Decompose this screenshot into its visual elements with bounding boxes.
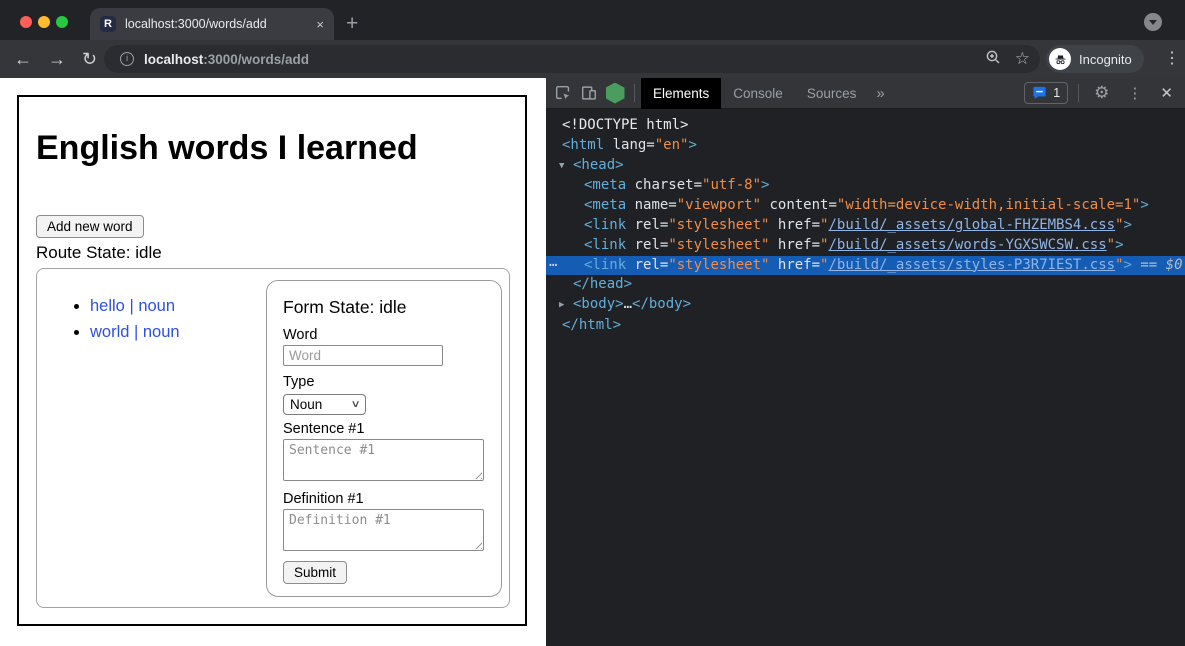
devtools-close-icon[interactable]: ✕ <box>1151 84 1185 102</box>
devtools-node[interactable]: <meta name="viewport" content="width=dev… <box>546 196 1185 216</box>
devtools-node[interactable]: <link rel="stylesheet" href="/build/_ass… <box>546 216 1185 236</box>
incognito-icon <box>1049 48 1071 70</box>
route-state-text: Route State: idle <box>36 243 162 263</box>
browser-toolbar: ← → ↻ i localhost:3000/words/add ☆ Incog… <box>0 40 1185 78</box>
address-bar[interactable]: i localhost:3000/words/add ☆ <box>104 45 1040 73</box>
site-info-icon[interactable]: i <box>120 52 134 66</box>
new-tab-button[interactable]: + <box>346 10 358 38</box>
tab-search-button[interactable] <box>1144 13 1162 31</box>
incognito-label: Incognito <box>1079 52 1132 67</box>
inspect-element-icon[interactable] <box>550 80 576 106</box>
toolbar-divider <box>634 84 635 102</box>
issues-count: 1 <box>1053 86 1060 100</box>
word-link[interactable]: world | noun <box>90 323 180 341</box>
devtools-node[interactable]: <meta charset="utf-8"> <box>546 176 1185 196</box>
tab-console[interactable]: Console <box>721 78 795 109</box>
sentence-textarea[interactable] <box>283 439 484 481</box>
type-select-value: Noun <box>290 397 322 412</box>
hexagon-extension-icon <box>606 83 625 104</box>
devtools-node[interactable]: <html lang="en"> <box>546 136 1185 156</box>
reload-button[interactable]: ↻ <box>82 47 97 71</box>
word-link[interactable]: hello | noun <box>90 297 175 315</box>
devtools-node[interactable]: </head> <box>546 275 1185 295</box>
devtools-node[interactable]: ▶<body>…</body> <box>546 295 1185 316</box>
devtools-node[interactable]: <link rel="stylesheet" href="/build/_ass… <box>546 236 1185 256</box>
submit-button[interactable]: Submit <box>283 561 347 584</box>
tab-elements[interactable]: Elements <box>641 78 721 109</box>
settings-gear-icon[interactable]: ⚙ <box>1085 83 1118 103</box>
more-tabs-button[interactable]: » <box>868 85 892 102</box>
devtools-toolbar: Elements Console Sources » 1 ⚙ ⋮ ✕ <box>546 78 1185 109</box>
toolbar-divider <box>1078 84 1079 102</box>
word-list-item: hello | noun <box>90 293 180 319</box>
window-minimize-button[interactable] <box>38 16 50 28</box>
tab-close-icon[interactable]: × <box>316 17 324 32</box>
chevron-down-icon: ∨ <box>350 399 360 410</box>
browser-tab[interactable]: R localhost:3000/words/add × <box>90 8 334 40</box>
devtools-node[interactable]: …<link rel="stylesheet" href="/build/_as… <box>546 256 1185 276</box>
remix-favicon-icon: R <box>100 16 116 32</box>
definition-textarea[interactable] <box>283 509 484 551</box>
issues-counter[interactable]: 1 <box>1024 82 1068 104</box>
window-close-button[interactable] <box>20 16 32 28</box>
window-zoom-button[interactable] <box>56 16 68 28</box>
devtools-menu-icon[interactable]: ⋮ <box>1118 84 1151 102</box>
expand-arrow-icon[interactable]: ▶ <box>559 296 573 316</box>
add-new-word-button[interactable]: Add new word <box>36 215 144 238</box>
url-host: localhost <box>144 52 203 67</box>
browser-titlebar: R localhost:3000/words/add × + <box>0 0 1185 40</box>
word-input[interactable] <box>283 345 443 366</box>
tab-sources[interactable]: Sources <box>795 78 869 109</box>
expand-arrow-icon[interactable]: ▼ <box>559 157 573 177</box>
extension-icon[interactable] <box>602 80 628 106</box>
type-label: Type <box>283 374 314 390</box>
word-list-item: world | noun <box>90 319 180 345</box>
word-label: Word <box>283 327 317 343</box>
chevron-down-icon <box>1149 20 1157 25</box>
page-container: English words I learned Add new word Rou… <box>17 95 527 626</box>
devtools-node[interactable]: ▼<head> <box>546 156 1185 177</box>
zoom-icon[interactable] <box>985 49 1001 70</box>
back-button[interactable]: ← <box>14 47 32 71</box>
devtools-tree: <!DOCTYPE html><html lang="en">▼<head><m… <box>546 110 1185 646</box>
sentence-label: Sentence #1 <box>283 421 364 437</box>
devtools-node[interactable]: </html> <box>546 316 1185 336</box>
word-list: hello | noun world | noun <box>37 293 180 345</box>
node-ellipsis-icon[interactable]: … <box>549 253 556 273</box>
tab-title: localhost:3000/words/add <box>125 17 310 31</box>
devtools-panel: Elements Console Sources » 1 ⚙ ⋮ ✕ <!DOC… <box>546 78 1185 646</box>
incognito-badge: Incognito <box>1046 45 1144 73</box>
add-word-form: Form State: idle Word Type Noun ∨ Senten… <box>266 280 502 597</box>
page-title: English words I learned <box>36 129 418 168</box>
words-section: hello | noun world | noun Form State: idl… <box>36 268 510 608</box>
type-select[interactable]: Noun ∨ <box>283 394 366 415</box>
forward-button[interactable]: → <box>48 47 66 71</box>
browser-menu-button[interactable]: ⋮ <box>1164 48 1180 68</box>
device-toolbar-icon[interactable] <box>576 80 602 106</box>
devtools-node[interactable]: <!DOCTYPE html> <box>546 116 1185 136</box>
url-text: localhost:3000/words/add <box>144 52 971 67</box>
form-state-text: Form State: idle <box>283 297 407 318</box>
url-path: :3000/words/add <box>203 52 309 67</box>
definition-label: Definition #1 <box>283 491 364 507</box>
page-viewport: English words I learned Add new word Rou… <box>0 78 546 646</box>
message-bubble-icon <box>1032 86 1047 100</box>
bookmark-star-icon[interactable]: ☆ <box>1015 49 1030 69</box>
